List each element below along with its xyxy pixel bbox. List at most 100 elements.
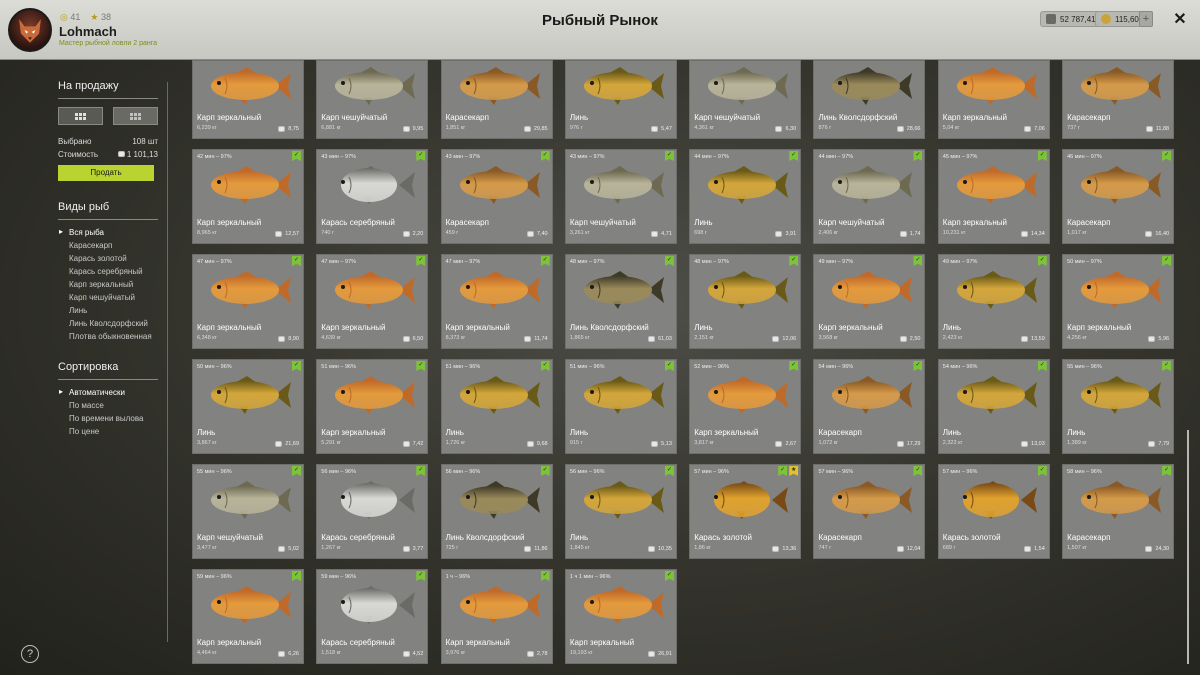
fish-card[interactable]: 56 мин – 96% ✓ Линь 1,845 кг 10,35	[564, 464, 677, 559]
fish-price: 7,40	[526, 231, 548, 237]
fish-card[interactable]: 51 мин – 96% ✓ Линь 915 г 5,13	[564, 359, 677, 454]
fish-card[interactable]: 47 мин – 97% ✓ Карп зеркальный 8,373 кг 11,…	[440, 254, 553, 349]
fish-card[interactable]: 57 мин – 96% ✓ ★ Карась золотой 1,86 кг 13,3…	[689, 464, 802, 559]
fish-card[interactable]: 55 мин – 96% ✓ Линь 1,389 кг 7,79	[1062, 359, 1175, 454]
fish-card[interactable]: 56 мин – 96% ✓ Карась серебряный 1,267 кг 3…	[316, 464, 429, 559]
catch-time-label: 51 мин – 96%	[569, 364, 605, 370]
fish-price: 16,40	[1145, 231, 1169, 237]
fish-card[interactable]: 57 мин – 96% ✓ Карась золотой 689 г 1,54	[937, 464, 1050, 559]
fish-card[interactable]: 45 мин – 97% ✓ Карп зеркальный 10,231 кг 14…	[937, 149, 1050, 244]
fish-name: Карп чешуйчатый	[197, 533, 263, 542]
scrollbar[interactable]	[1187, 430, 1189, 664]
check-badge-icon: ✓	[664, 571, 674, 581]
coin-icon	[775, 231, 783, 237]
player-rank: Мастер рыбной ловли 2 ранга	[59, 40, 158, 47]
fish-weight: 876 г	[818, 125, 832, 131]
fish-card[interactable]: 47 мин – 97% ✓ Карп зеркальный 4,639 кг 6,5…	[316, 254, 429, 349]
fish-weight: 1,851 кг	[445, 125, 466, 131]
fish-card[interactable]: Линь Кволсдорфский 876 г 28,66	[813, 60, 926, 139]
catch-time-label: 54 мин – 96%	[942, 364, 978, 370]
fish-price: 1,74	[899, 231, 920, 237]
fish-card[interactable]: 44 мин – 97% ✓ Карп чешуйчатый 2,406 кг 1,7…	[813, 149, 926, 244]
fish-card[interactable]: 49 мин – 97% ✓ Линь 2,423 кг 13,59	[937, 254, 1050, 349]
fish-card[interactable]: 43 мин – 97% ✓ Карась серебряный 740 г 2,20	[316, 149, 429, 244]
fish-weight: 689 г	[942, 545, 956, 551]
coin-icon	[278, 336, 286, 342]
fish-card[interactable]: 43 мин – 97% ✓ Карп чешуйчатый 3,261 кг 4,7…	[564, 149, 677, 244]
fish-card[interactable]: 54 мин – 96% ✓ Линь 2,323 кг 13,03	[937, 359, 1050, 454]
player-avatar[interactable]	[8, 8, 52, 52]
fish-name: Карасекарп	[445, 218, 489, 227]
fish-card[interactable]: 51 мин – 96% ✓ Карп зеркальный 5,291 кг 7,4…	[316, 359, 429, 454]
sort-option-item[interactable]: По времени вылова	[58, 414, 158, 423]
fish-card[interactable]: Линь 976 г 5,47	[564, 60, 677, 139]
view-grid-small-button[interactable]	[113, 107, 158, 125]
fish-card[interactable]: Карп зеркальный 5,04 кг 7,06	[937, 60, 1050, 139]
species-filter-item[interactable]: Карп чешуйчатый	[58, 293, 158, 302]
fish-card[interactable]: 59 мин – 96% ✓ Карась серебряный 1,518 кг 4…	[316, 569, 429, 664]
fish-card[interactable]: 48 мин – 97% ✓ Линь 2,151 кг 12,06	[689, 254, 802, 349]
fish-card[interactable]: 54 мин – 96% ✓ Карасекарп 1,072 кг 17,29	[813, 359, 926, 454]
fish-card[interactable]: 55 мин – 96% ✓ Карп чешуйчатый 3,477 кг 5,0…	[192, 464, 304, 559]
species-filter-item[interactable]: Карп зеркальный	[58, 280, 158, 289]
species-filter-item[interactable]: Линь	[58, 306, 158, 315]
view-grid-large-button[interactable]	[58, 107, 103, 125]
species-filter-item[interactable]: Вся рыба	[58, 227, 158, 237]
fish-card[interactable]: 51 мин – 96% ✓ Линь 1,726 кг 9,68	[440, 359, 553, 454]
fish-weight: 3,477 кг	[197, 545, 217, 551]
fish-card[interactable]: Карасекарп 1,851 кг 29,85	[440, 60, 553, 139]
fish-weight: 4,256 кг	[1067, 335, 1087, 341]
fish-name: Линь	[569, 428, 589, 437]
fish-card[interactable]: 50 мин – 97% ✓ Карп зеркальный 4,256 кг 5,9…	[1062, 254, 1175, 349]
divider	[58, 379, 158, 380]
add-gold-button[interactable]: +	[1139, 11, 1153, 27]
fish-card[interactable]: Карп зеркальный 6,239 кг 8,75	[192, 60, 304, 139]
fish-name: Линь	[197, 428, 216, 437]
fish-card[interactable]: 42 мин – 97% ✓ Карп зеркальный 8,965 кг 12,…	[192, 149, 304, 244]
check-badge-icon: ✓	[416, 256, 426, 266]
fish-card[interactable]: Карп чешуйчатый 4,361 кг 6,30	[689, 60, 802, 139]
coin-icon	[651, 231, 659, 237]
fish-price: 7,42	[402, 441, 423, 447]
fish-card[interactable]: 1 ч 1 мин – 96% ✓ Карп зеркальный 19,193 к…	[564, 569, 677, 664]
fish-weight: 2,323 кг	[942, 440, 963, 446]
fish-card[interactable]: 56 мин – 96% ✓ Линь Кволсдорфский 725 г 11,…	[440, 464, 553, 559]
fish-card[interactable]: 46 мин – 97% ✓ Карасекарп 1,017 кг 16,40	[1062, 149, 1175, 244]
fish-price: 6,26	[278, 651, 299, 657]
fish-card[interactable]: Карп чешуйчатый 6,881 кг 9,95	[316, 60, 429, 139]
species-filter-item[interactable]: Карась серебряный	[58, 267, 158, 276]
check-badge-icon: ✓	[913, 256, 923, 266]
fish-card[interactable]: Карасекарп 737 г 11,88	[1062, 60, 1175, 139]
fish-card[interactable]: 48 мин – 97% ✓ Линь Кволсдорфский 1,865 кг…	[564, 254, 677, 349]
species-filter-item[interactable]: Карасекарп	[58, 241, 158, 250]
sort-option-item[interactable]: По цене	[58, 427, 158, 436]
sell-button[interactable]: Продать	[58, 165, 154, 181]
fish-card[interactable]: 44 мин – 97% ✓ Линь 698 г 3,91	[689, 149, 802, 244]
catch-time-label: 57 мин – 96%	[942, 469, 978, 475]
catch-time-label: 43 мин – 97%	[321, 154, 356, 160]
fish-name: Карп зеркальный	[197, 218, 262, 227]
help-button[interactable]: ?	[21, 645, 39, 663]
fish-card[interactable]: 57 мин – 96% ✓ Карасекарп 747 г 12,04	[813, 464, 926, 559]
close-button[interactable]: ✕	[1171, 10, 1189, 28]
species-filter-item[interactable]: Карась золотой	[58, 254, 158, 263]
sort-option-item[interactable]: По массе	[58, 401, 158, 410]
sort-option-item[interactable]: Автоматически	[58, 387, 158, 397]
fish-card[interactable]: 43 мин – 97% ✓ Карасекарп 459 г 7,40	[440, 149, 553, 244]
fish-card[interactable]: 59 мин – 96% ✓ Карп зеркальный 4,464 кг 6,2…	[192, 569, 304, 664]
coin-icon	[402, 336, 410, 342]
fish-card[interactable]: 52 мин – 96% ✓ Карп зеркальный 3,817 кг 2,6…	[689, 359, 802, 454]
species-filter-item[interactable]: Плотва обыкновенная	[58, 332, 158, 341]
fish-card[interactable]: 47 мин – 97% ✓ Карп зеркальный 6,348 кг 8,9…	[192, 254, 304, 349]
divider	[58, 219, 158, 220]
fish-card[interactable]: 49 мин – 97% ✓ Карп зеркальный 3,568 кг 2,5…	[813, 254, 926, 349]
fish-card[interactable]: 1 ч – 96% ✓ Карп зеркальный 3,976 кг 2,78	[440, 569, 553, 664]
fish-image	[576, 582, 666, 628]
fish-image	[327, 582, 417, 628]
check-badge-icon: ✓	[664, 361, 674, 371]
fish-price: 13,59	[1021, 336, 1045, 342]
badge-group: ✓	[913, 361, 923, 371]
fish-card[interactable]: 58 мин – 96% ✓ Карасекарп 1,507 кг 24,30	[1062, 464, 1175, 559]
fish-card[interactable]: 50 мин – 96% ✓ Линь 3,867 кг 21,69	[192, 359, 304, 454]
species-filter-item[interactable]: Линь Кволсдорфский	[58, 319, 158, 328]
